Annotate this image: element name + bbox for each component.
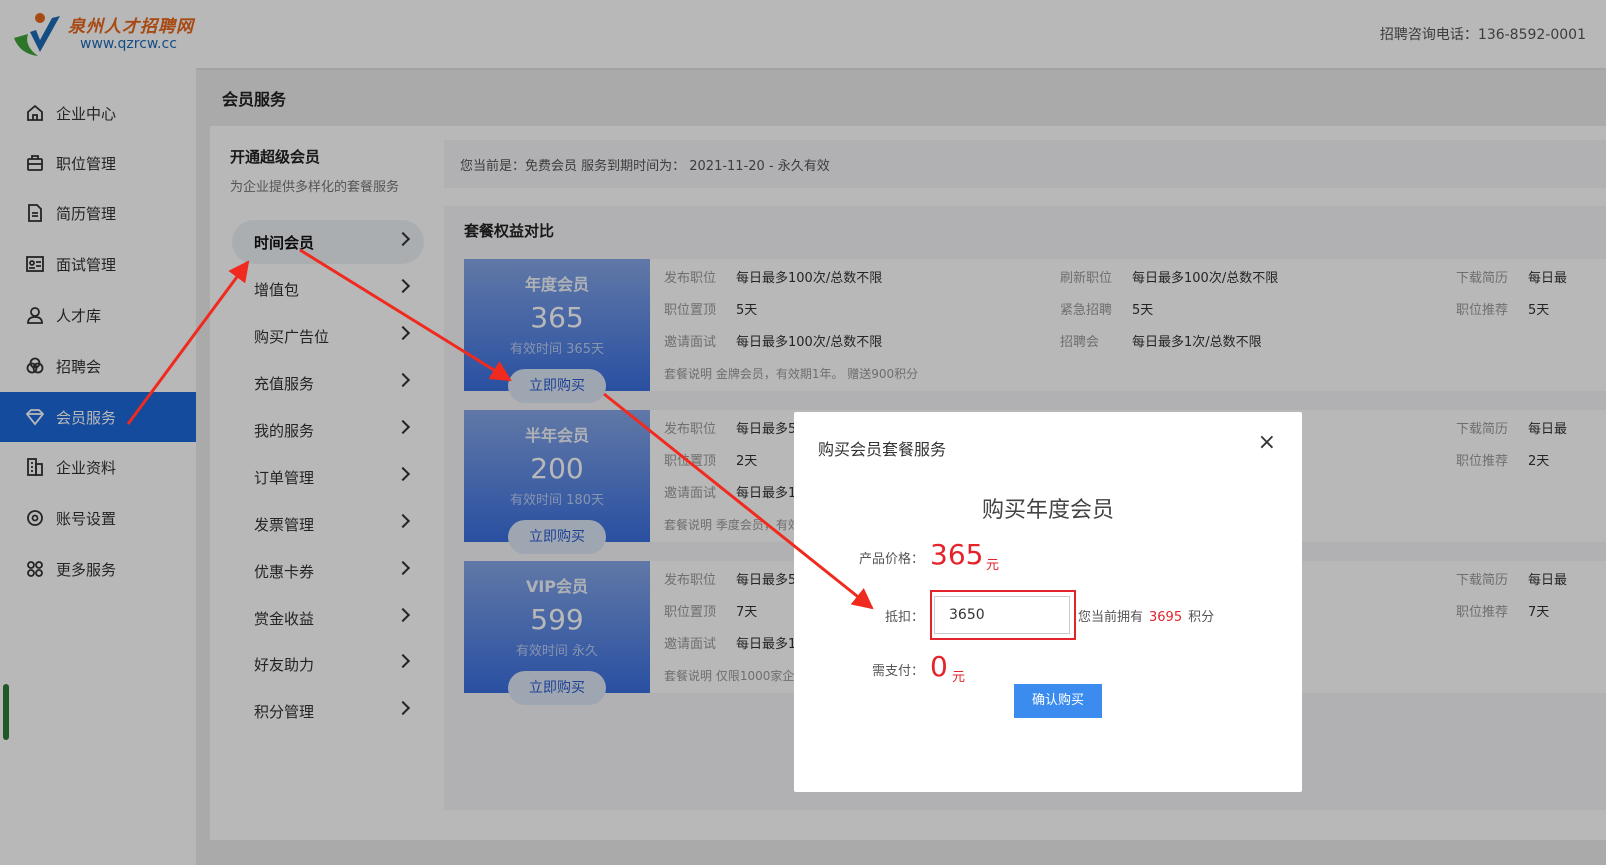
owned-points-text: 您当前拥有 3695 积分 [1078, 610, 1215, 625]
pay-unit: 元 [952, 670, 966, 685]
pay-amount: 0 [930, 650, 948, 683]
owned-points-value: 3695 [1149, 610, 1183, 625]
product-price: 365 [930, 538, 984, 571]
modal-heading: 购买年度会员 [981, 498, 1114, 523]
purchase-modal: 购买会员套餐服务 × 购买年度会员 产品价格： 365 元 抵扣： 您当前拥有3… [794, 412, 1302, 792]
confirm-purchase-button[interactable]: 确认购买 [1014, 684, 1102, 718]
modal-title: 购买会员套餐服务 [818, 440, 947, 459]
highlight-box [930, 590, 1076, 640]
close-icon[interactable]: × [1258, 430, 1276, 455]
pay-label: 需支付： [871, 664, 924, 679]
price-unit: 元 [986, 558, 1000, 573]
deduct-label: 抵扣： [884, 610, 924, 625]
price-label: 产品价格： [858, 552, 924, 567]
